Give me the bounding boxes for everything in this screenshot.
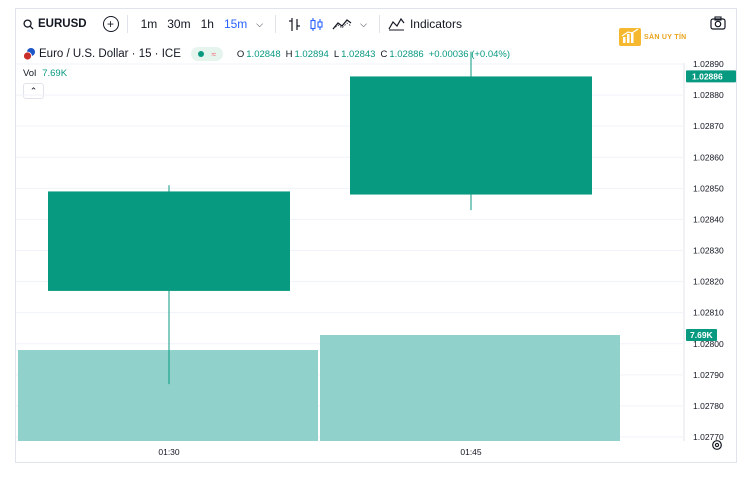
volume-tag-value: 7.69K xyxy=(690,330,714,340)
price-tick-label: 1.02820 xyxy=(693,277,724,287)
chart-widget: EURUSD + 1m 30m 1h 15m ⌵ ⌵ Indicators SÀ… xyxy=(15,8,737,463)
time-tick-label: 01:45 xyxy=(460,447,482,457)
price-tick-label: 1.02880 xyxy=(693,90,724,100)
price-tick-label: 1.02790 xyxy=(693,370,724,380)
chart-settings-icon[interactable] xyxy=(711,438,723,456)
price-tick-label: 1.02780 xyxy=(693,401,724,411)
price-tick-label: 1.02810 xyxy=(693,308,724,318)
price-tick-label: 1.02840 xyxy=(693,214,724,224)
volume-bar xyxy=(18,350,318,441)
time-tick-label: 01:30 xyxy=(158,447,180,457)
price-tick-label: 1.02860 xyxy=(693,152,724,162)
volume-bar xyxy=(320,335,620,441)
candle-body xyxy=(350,76,592,195)
candle-body xyxy=(48,191,290,291)
price-tick-label: 1.02830 xyxy=(693,246,724,256)
price-tick-label: 1.02870 xyxy=(693,121,724,131)
price-tick-label: 1.02890 xyxy=(693,59,724,69)
price-chart[interactable]: 1.02890 1.02880 1.02870 1.02860 1.02850 1.028… xyxy=(16,9,738,464)
price-tick-label: 1.02850 xyxy=(693,183,724,193)
last-price-value: 1.02886 xyxy=(692,71,723,81)
